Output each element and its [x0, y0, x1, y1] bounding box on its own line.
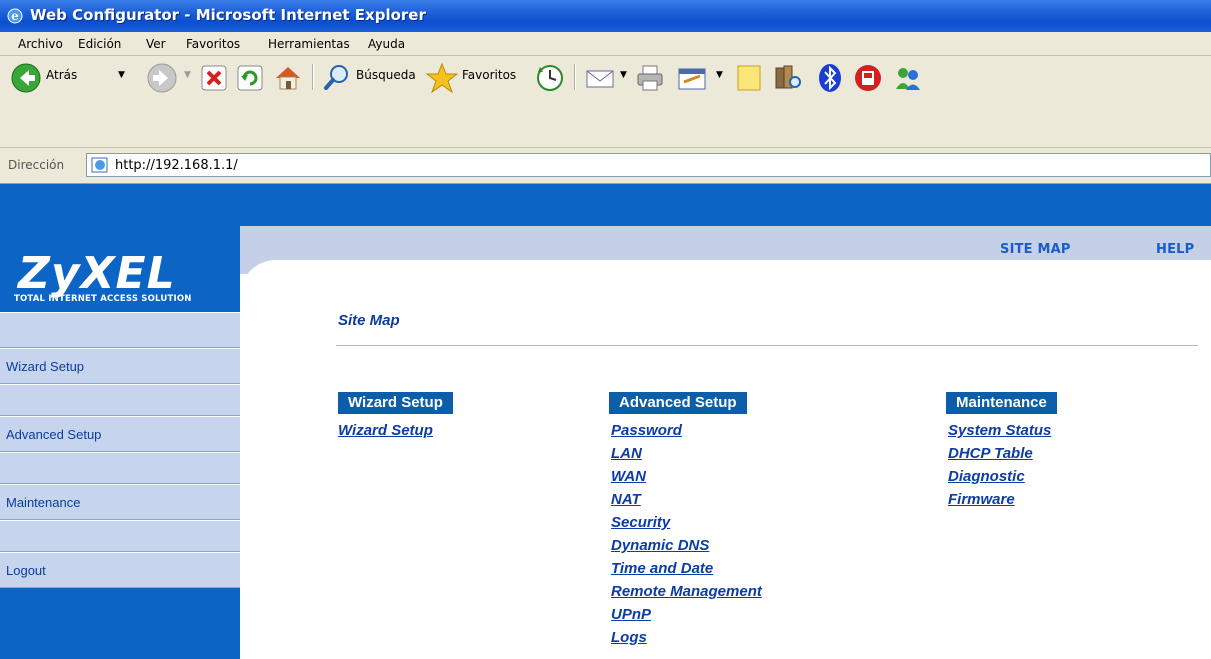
- edit-icon[interactable]: [676, 62, 710, 94]
- menu-archivo[interactable]: Archivo: [18, 37, 63, 51]
- sidebar-item-label: Advanced Setup: [6, 427, 102, 442]
- back-dropdown-icon[interactable]: ▼: [118, 70, 125, 80]
- mail-icon[interactable]: [584, 62, 616, 94]
- research-icon[interactable]: [772, 62, 804, 94]
- help-link[interactable]: HELP: [1156, 242, 1194, 257]
- link-logs[interactable]: Logs: [611, 629, 647, 646]
- back-icon[interactable]: [10, 62, 42, 94]
- logo-tagline: TOTAL INTERNET ACCESS SOLUTION: [14, 294, 192, 304]
- link-upnp[interactable]: UPnP: [611, 606, 651, 623]
- zyxel-logo: ZyXEL: [18, 248, 176, 299]
- address-url: http://192.168.1.1/: [115, 158, 238, 173]
- link-dynamic-dns[interactable]: Dynamic DNS: [611, 537, 709, 554]
- link-password[interactable]: Password: [611, 422, 682, 439]
- standard-toolbar: Atrás ▼ ▼ Búsqueda Favoritos ▼ ▼: [0, 56, 1211, 148]
- link-diagnostic[interactable]: Diagnostic: [948, 468, 1025, 485]
- sidebar-spacer: [0, 520, 240, 552]
- svg-text:e: e: [11, 9, 19, 23]
- history-icon[interactable]: [534, 62, 566, 94]
- menu-bar: Archivo Edición Ver Favoritos Herramient…: [0, 32, 1211, 56]
- internet-explorer-icon: e: [7, 8, 23, 24]
- link-firmware[interactable]: Firmware: [948, 491, 1015, 508]
- section-header-wizard-setup: Wizard Setup: [338, 392, 453, 414]
- link-wizard-setup[interactable]: Wizard Setup: [338, 422, 433, 439]
- sidebar-item-wizard-setup[interactable]: Wizard Setup: [0, 348, 240, 384]
- link-remote-management[interactable]: Remote Management: [611, 583, 762, 600]
- refresh-icon[interactable]: [236, 64, 264, 92]
- address-input[interactable]: http://192.168.1.1/: [86, 153, 1211, 177]
- forward-icon[interactable]: [146, 62, 178, 94]
- sidebar-item-maintenance[interactable]: Maintenance: [0, 484, 240, 520]
- window-title-bar[interactable]: e Web Configurator - Microsoft Internet …: [0, 0, 1211, 32]
- section-header-maintenance: Maintenance: [946, 392, 1057, 414]
- link-time-and-date[interactable]: Time and Date: [611, 560, 713, 577]
- menu-ver[interactable]: Ver: [146, 37, 166, 51]
- sidebar-spacer: [0, 452, 240, 484]
- link-wan[interactable]: WAN: [611, 468, 646, 485]
- back-label[interactable]: Atrás: [46, 68, 77, 82]
- favorites-label[interactable]: Favoritos: [462, 68, 516, 82]
- header-band: [0, 184, 1211, 226]
- menu-herramientas[interactable]: Herramientas: [268, 37, 350, 51]
- note-icon[interactable]: [734, 62, 764, 94]
- sidebar-item-logout[interactable]: Logout: [0, 552, 240, 588]
- edit-dropdown-icon[interactable]: ▼: [716, 70, 723, 80]
- messenger-icon[interactable]: [892, 62, 924, 94]
- mail-dropdown-icon[interactable]: ▼: [620, 70, 627, 80]
- sidebar-item-label: Wizard Setup: [6, 359, 85, 374]
- title-divider: [336, 345, 1198, 346]
- menu-edicion[interactable]: Edición: [78, 37, 121, 51]
- sidebar-item-label: Logout: [6, 563, 46, 578]
- sidebar-item-label: Maintenance: [6, 495, 81, 510]
- sidebar: ZyXEL TOTAL INTERNET ACCESS SOLUTION Wiz…: [0, 226, 240, 659]
- menu-favoritos[interactable]: Favoritos: [186, 37, 240, 51]
- page-title: Site Map: [338, 312, 400, 329]
- sidebar-spacer: [0, 384, 240, 416]
- section-header-advanced-setup: Advanced Setup: [609, 392, 747, 414]
- home-icon[interactable]: [272, 62, 304, 94]
- print-icon[interactable]: [634, 62, 666, 94]
- bluetooth-icon[interactable]: [816, 62, 844, 94]
- menu-ayuda[interactable]: Ayuda: [368, 37, 405, 51]
- site-map-link[interactable]: SITE MAP: [1000, 242, 1071, 257]
- link-nat[interactable]: NAT: [611, 491, 641, 508]
- search-label[interactable]: Búsqueda: [356, 68, 416, 82]
- sidebar-item-advanced-setup[interactable]: Advanced Setup: [0, 416, 240, 452]
- link-security[interactable]: Security: [611, 514, 670, 531]
- link-dhcp-table[interactable]: DHCP Table: [948, 445, 1033, 462]
- messenger-red-icon[interactable]: [852, 62, 884, 94]
- address-bar: Dirección http://192.168.1.1/: [0, 148, 1211, 184]
- favorites-star-icon[interactable]: [426, 62, 458, 94]
- page-icon: [91, 157, 108, 173]
- web-page: ZyXEL TOTAL INTERNET ACCESS SOLUTION Wiz…: [0, 184, 1211, 659]
- address-label: Dirección: [8, 158, 65, 172]
- search-icon[interactable]: [322, 62, 352, 92]
- link-lan[interactable]: LAN: [611, 445, 642, 462]
- link-system-status[interactable]: System Status: [948, 422, 1051, 439]
- logo-area: ZyXEL TOTAL INTERNET ACCESS SOLUTION: [0, 226, 240, 312]
- stop-icon[interactable]: [200, 64, 228, 92]
- forward-dropdown-icon[interactable]: ▼: [184, 70, 191, 80]
- window-title: Web Configurator - Microsoft Internet Ex…: [30, 6, 426, 24]
- sidebar-spacer: [0, 312, 240, 348]
